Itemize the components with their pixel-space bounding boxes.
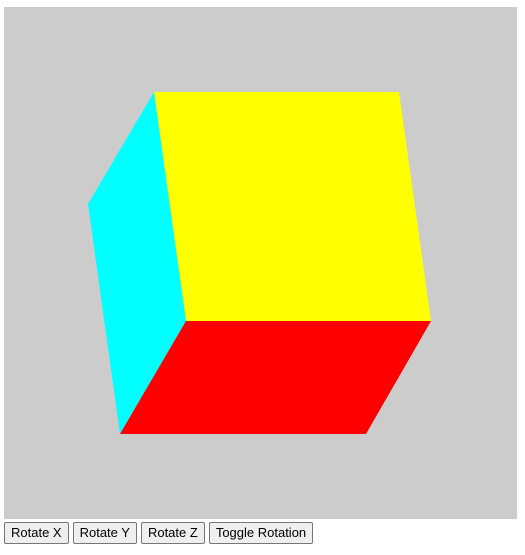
cube-face-top <box>154 92 431 321</box>
rotate-x-button[interactable]: Rotate X <box>4 522 69 544</box>
canvas-area[interactable] <box>4 7 517 519</box>
rotate-y-button[interactable]: Rotate Y <box>72 522 137 544</box>
toggle-rotation-button[interactable]: Toggle Rotation <box>208 522 314 544</box>
rotate-z-button[interactable]: Rotate Z <box>140 522 205 544</box>
cube-canvas[interactable] <box>4 7 517 519</box>
control-bar: Rotate X Rotate Y Rotate Z Toggle Rotati… <box>4 522 314 544</box>
